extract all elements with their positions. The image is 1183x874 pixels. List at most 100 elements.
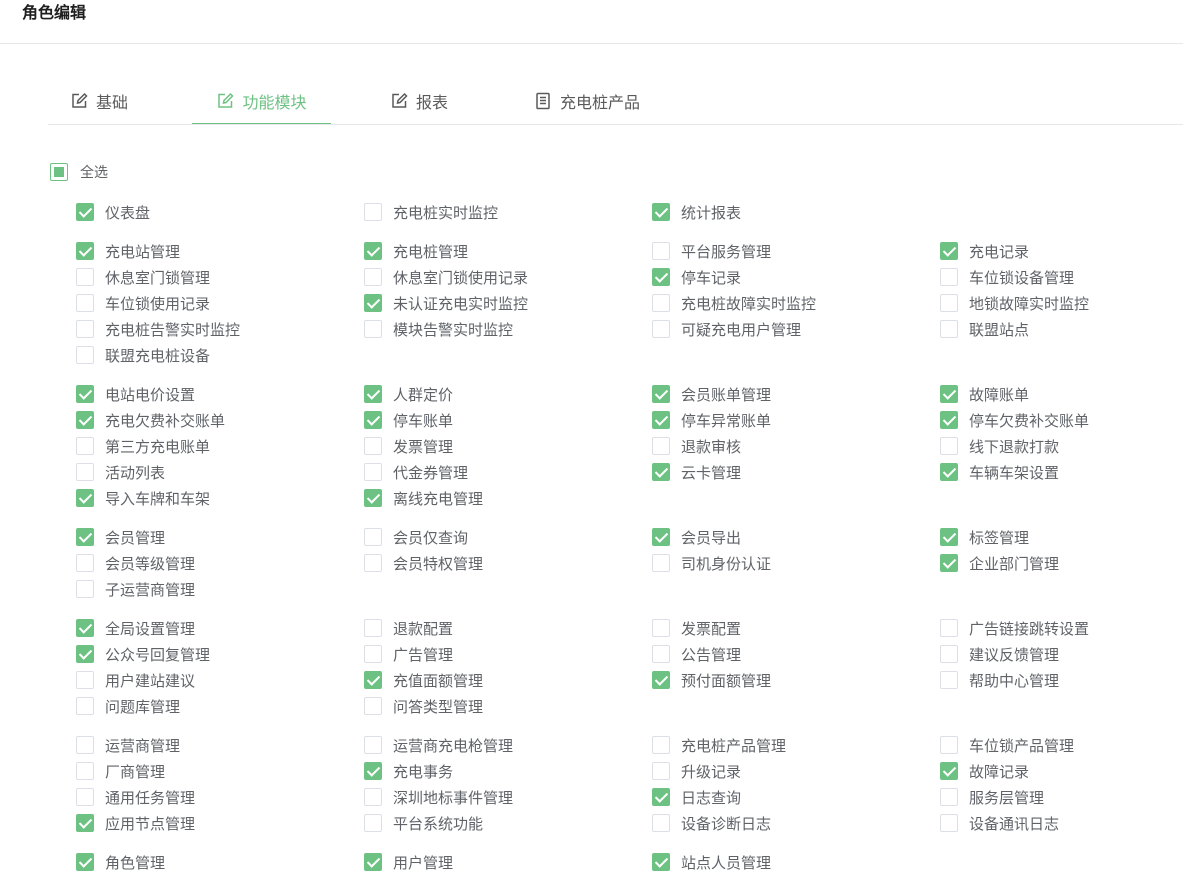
checkbox-unchecked[interactable] bbox=[364, 697, 382, 715]
checkbox-unchecked[interactable] bbox=[364, 528, 382, 546]
permission-item[interactable]: 停车欠费补交账单 bbox=[940, 410, 1089, 430]
permission-item[interactable]: 可疑充电用户管理 bbox=[652, 319, 801, 339]
permission-item[interactable]: 联盟站点 bbox=[940, 319, 1029, 339]
permission-item[interactable]: 用户建站建议 bbox=[76, 670, 195, 690]
permission-item[interactable]: 线下退款打款 bbox=[940, 436, 1059, 456]
checkbox-unchecked[interactable] bbox=[652, 619, 670, 637]
checkbox-unchecked[interactable] bbox=[652, 762, 670, 780]
permission-item[interactable]: 企业部门管理 bbox=[940, 553, 1059, 573]
permission-item[interactable]: 车位锁使用记录 bbox=[76, 293, 210, 313]
checkbox-unchecked[interactable] bbox=[652, 242, 670, 260]
checkbox-unchecked[interactable] bbox=[652, 320, 670, 338]
checkbox-unchecked[interactable] bbox=[76, 346, 94, 364]
checkbox-unchecked[interactable] bbox=[940, 619, 958, 637]
checkbox-checked[interactable] bbox=[76, 385, 94, 403]
permission-item[interactable]: 运营商管理 bbox=[76, 735, 180, 755]
permission-item[interactable]: 人群定价 bbox=[364, 384, 453, 404]
permission-item[interactable]: 充电欠费补交账单 bbox=[76, 410, 225, 430]
permission-item[interactable]: 平台服务管理 bbox=[652, 241, 771, 261]
permission-item[interactable]: 充电事务 bbox=[364, 761, 453, 781]
checkbox-checked[interactable] bbox=[76, 242, 94, 260]
permission-item[interactable]: 广告链接跳转设置 bbox=[940, 618, 1089, 638]
permission-item[interactable]: 车位锁产品管理 bbox=[940, 735, 1074, 755]
checkbox-unchecked[interactable] bbox=[76, 463, 94, 481]
permission-item[interactable]: 地锁故障实时监控 bbox=[940, 293, 1089, 313]
checkbox-unchecked[interactable] bbox=[364, 645, 382, 663]
checkbox-unchecked[interactable] bbox=[364, 788, 382, 806]
checkbox-checked[interactable] bbox=[76, 645, 94, 663]
checkbox-unchecked[interactable] bbox=[652, 294, 670, 312]
checkbox-unchecked[interactable] bbox=[76, 320, 94, 338]
permission-item[interactable]: 车位锁设备管理 bbox=[940, 267, 1074, 287]
checkbox-checked[interactable] bbox=[652, 203, 670, 221]
checkbox-checked[interactable] bbox=[76, 411, 94, 429]
permission-item[interactable]: 标签管理 bbox=[940, 527, 1029, 547]
checkbox-unchecked[interactable] bbox=[364, 203, 382, 221]
permission-item[interactable]: 充电桩实时监控 bbox=[364, 202, 498, 222]
checkbox-unchecked[interactable] bbox=[364, 320, 382, 338]
checkbox-unchecked[interactable] bbox=[76, 697, 94, 715]
checkbox-unchecked[interactable] bbox=[652, 554, 670, 572]
permission-item[interactable]: 服务层管理 bbox=[940, 787, 1044, 807]
tab-function-modules[interactable]: 功能模块 bbox=[192, 78, 331, 125]
checkbox-unchecked[interactable] bbox=[76, 294, 94, 312]
permission-item[interactable]: 休息室门锁使用记录 bbox=[364, 267, 528, 287]
checkbox-checked[interactable] bbox=[652, 671, 670, 689]
permission-item[interactable]: 问答类型管理 bbox=[364, 696, 483, 716]
checkbox-unchecked[interactable] bbox=[364, 268, 382, 286]
checkbox-unchecked[interactable] bbox=[76, 437, 94, 455]
permission-item[interactable]: 站点人员管理 bbox=[652, 852, 771, 872]
permission-item[interactable]: 第三方充电账单 bbox=[76, 436, 210, 456]
permission-item[interactable]: 活动列表 bbox=[76, 462, 165, 482]
checkbox-unchecked[interactable] bbox=[940, 736, 958, 754]
checkbox-checked[interactable] bbox=[364, 853, 382, 871]
permission-item[interactable]: 帮助中心管理 bbox=[940, 670, 1059, 690]
permission-item[interactable]: 广告管理 bbox=[364, 644, 453, 664]
permission-item[interactable]: 升级记录 bbox=[652, 761, 741, 781]
checkbox-unchecked[interactable] bbox=[76, 671, 94, 689]
permission-item[interactable]: 公众号回复管理 bbox=[76, 644, 210, 664]
permission-item[interactable]: 角色管理 bbox=[76, 852, 165, 872]
permission-item[interactable]: 休息室门锁管理 bbox=[76, 267, 210, 287]
permission-item[interactable]: 深圳地标事件管理 bbox=[364, 787, 513, 807]
permission-item[interactable]: 故障记录 bbox=[940, 761, 1029, 781]
checkbox-checked[interactable] bbox=[364, 242, 382, 260]
permission-item[interactable]: 发票配置 bbox=[652, 618, 741, 638]
checkbox-checked[interactable] bbox=[940, 463, 958, 481]
checkbox-checked[interactable] bbox=[940, 242, 958, 260]
permission-item[interactable]: 充电桩管理 bbox=[364, 241, 468, 261]
permission-item[interactable]: 联盟充电桩设备 bbox=[76, 345, 210, 365]
permission-item[interactable]: 会员管理 bbox=[76, 527, 165, 547]
permission-item[interactable]: 充电桩故障实时监控 bbox=[652, 293, 816, 313]
checkbox-unchecked[interactable] bbox=[364, 736, 382, 754]
checkbox-unchecked[interactable] bbox=[940, 814, 958, 832]
checkbox-checked[interactable] bbox=[364, 762, 382, 780]
permission-item[interactable]: 退款配置 bbox=[364, 618, 453, 638]
checkbox-checked[interactable] bbox=[76, 489, 94, 507]
permission-item[interactable]: 日志查询 bbox=[652, 787, 741, 807]
checkbox-checked[interactable] bbox=[76, 619, 94, 637]
checkbox-unchecked[interactable] bbox=[76, 554, 94, 572]
checkbox-unchecked[interactable] bbox=[940, 320, 958, 338]
checkbox-unchecked[interactable] bbox=[652, 437, 670, 455]
permission-item[interactable]: 应用节点管理 bbox=[76, 813, 195, 833]
checkbox-unchecked[interactable] bbox=[940, 268, 958, 286]
checkbox-unchecked[interactable] bbox=[652, 814, 670, 832]
checkbox-unchecked[interactable] bbox=[652, 645, 670, 663]
permission-item[interactable]: 子运营商管理 bbox=[76, 579, 195, 599]
checkbox-checked[interactable] bbox=[652, 411, 670, 429]
checkbox-unchecked[interactable] bbox=[76, 268, 94, 286]
permission-item[interactable]: 停车异常账单 bbox=[652, 410, 771, 430]
checkbox-checked[interactable] bbox=[940, 385, 958, 403]
checkbox-unchecked[interactable] bbox=[652, 736, 670, 754]
permission-item[interactable]: 全局设置管理 bbox=[76, 618, 195, 638]
checkbox-unchecked[interactable] bbox=[364, 437, 382, 455]
permission-item[interactable]: 设备通讯日志 bbox=[940, 813, 1059, 833]
permission-item[interactable]: 司机身份认证 bbox=[652, 553, 771, 573]
tab-reports[interactable]: 报表 bbox=[390, 78, 448, 124]
checkbox-unchecked[interactable] bbox=[76, 788, 94, 806]
permission-item[interactable]: 停车账单 bbox=[364, 410, 453, 430]
checkbox-checked[interactable] bbox=[652, 788, 670, 806]
checkbox-unchecked[interactable] bbox=[364, 463, 382, 481]
permission-item[interactable]: 问题库管理 bbox=[76, 696, 180, 716]
